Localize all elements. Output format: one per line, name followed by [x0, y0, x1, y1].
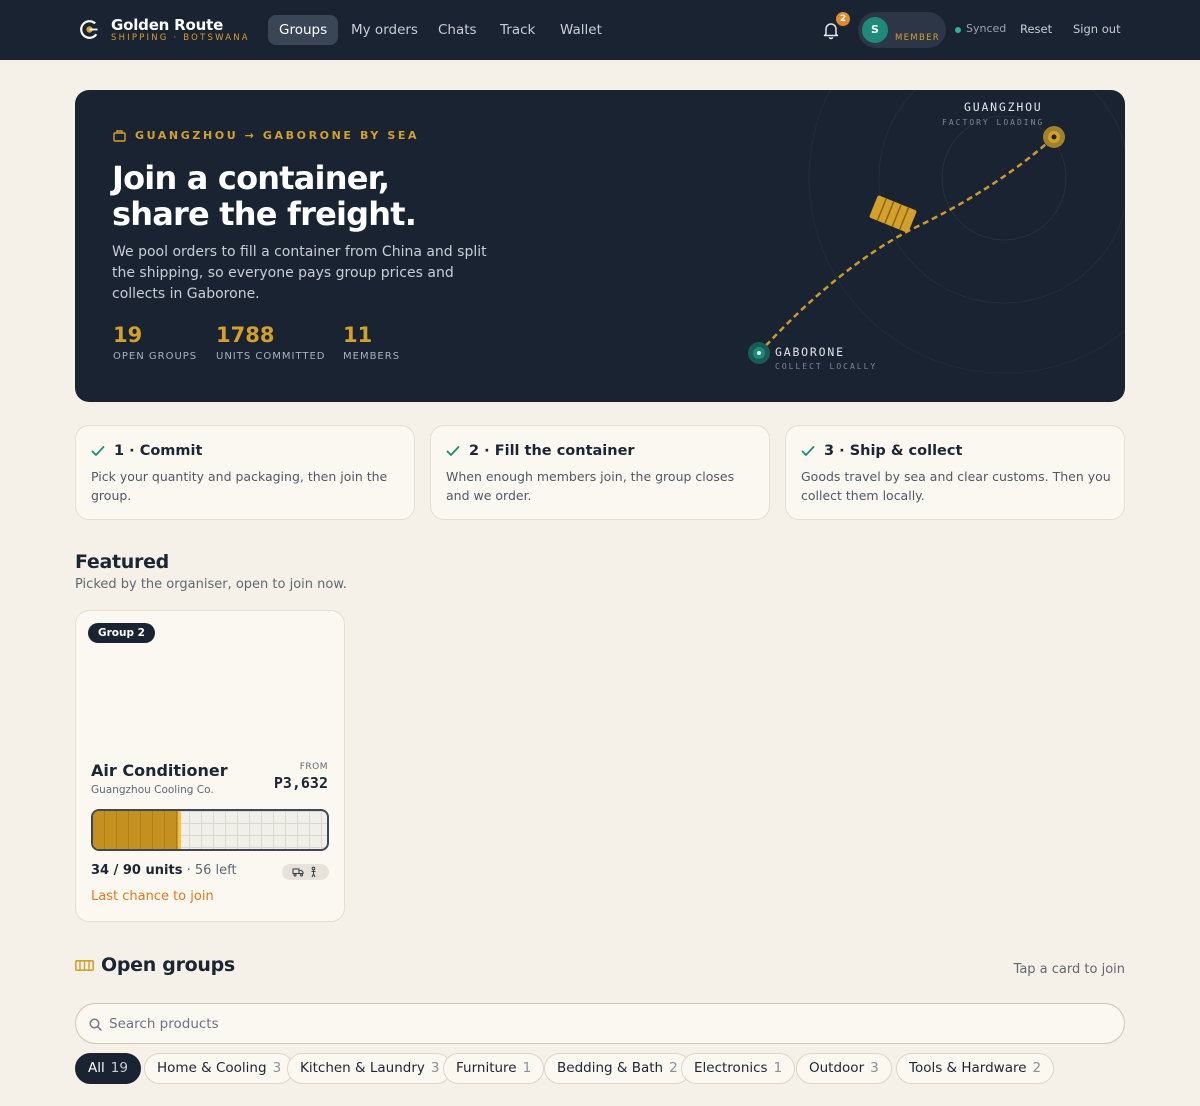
chip-count: 3: [272, 1060, 282, 1076]
filter-chip-furniture[interactable]: Furniture 1: [443, 1053, 545, 1084]
nav-chats[interactable]: Chats: [427, 15, 488, 45]
route-path: [758, 136, 1055, 354]
logo-icon[interactable]: [79, 19, 100, 40]
hero-title-line-2: share the freight.: [112, 195, 417, 233]
filter-chip-home-cooling[interactable]: Home & Cooling 3: [144, 1053, 295, 1084]
featured-heading: Featured: [75, 551, 169, 573]
stat-units-value: 1788: [216, 323, 275, 347]
chip-count: 2: [1032, 1060, 1042, 1076]
filter-chip-outdoor[interactable]: Outdoor 3: [796, 1053, 892, 1084]
avatar[interactable]: S: [862, 17, 888, 43]
step-card-ship: 3 · Ship & collect Goods travel by sea a…: [785, 425, 1125, 520]
route-kicker: GUANGZHOU → GABORONE BY SEA: [135, 129, 420, 142]
vendor-name: Guangzhou Cooling Co.: [91, 784, 214, 796]
urgency-status: Last chance to join: [91, 889, 214, 904]
chip-label: Tools & Hardware: [909, 1060, 1027, 1076]
stat-open-groups-label: OPEN GROUPS: [113, 351, 198, 362]
chip-count: 3: [430, 1060, 440, 1076]
destination-city: GABORONE: [775, 345, 845, 359]
nav-wallet[interactable]: Wallet: [549, 15, 613, 45]
origin-city-sub: FACTORY LOADING: [942, 118, 1045, 127]
top-navigation-bar: Golden Route SHIPPING · BOTSWANA Groups …: [0, 0, 1200, 60]
product-name: Air Conditioner: [91, 761, 228, 780]
price: P3,632: [273, 774, 328, 792]
chip-label: Outdoor: [809, 1060, 865, 1076]
nav-track[interactable]: Track: [489, 15, 546, 45]
stat-members-value: 11: [343, 323, 373, 347]
featured-group-card[interactable]: Group 2 Air Conditioner Guangzhou Coolin…: [75, 610, 345, 922]
stat-members-label: MEMBERS: [343, 351, 401, 362]
chip-count: 19: [110, 1060, 128, 1076]
chip-label: Furniture: [456, 1060, 517, 1076]
brand-tagline: SHIPPING · BOTSWANA: [111, 33, 250, 43]
container-ship-icon: [869, 195, 917, 233]
step-card-commit: 1 · Commit Pick your quantity and packag…: [75, 425, 415, 520]
chip-label: All: [88, 1060, 105, 1076]
hero-description: We pool orders to fill a container from …: [112, 244, 487, 302]
chip-count: 3: [870, 1060, 879, 1076]
chip-label: Kitchen & Laundry: [300, 1060, 425, 1076]
group-tag: Group 2: [88, 623, 155, 643]
sync-status-text: Synced: [966, 22, 1007, 35]
stat-units-label: UNITS COMMITTED: [216, 351, 326, 362]
chip-label: Home & Cooling: [157, 1060, 267, 1076]
origin-city: GUANGZHOU: [964, 100, 1043, 114]
container-fill-level: [93, 811, 182, 849]
destination-city-sub: COLLECT LOCALLY: [775, 362, 878, 371]
nav-my-orders[interactable]: My orders: [340, 15, 429, 45]
step-card-fill: 2 · Fill the container When enough membe…: [430, 425, 770, 520]
chip-count: 1: [522, 1060, 532, 1076]
filter-chip-bedding-bath[interactable]: Bedding & Bath 2: [544, 1053, 691, 1084]
container-fill-progress: [91, 809, 329, 851]
chip-count: 1: [773, 1060, 783, 1076]
search-input[interactable]: [109, 1004, 1109, 1043]
sign-out-button[interactable]: Sign out: [1073, 22, 1121, 36]
brand-name: Golden Route: [111, 16, 224, 34]
container-icon: [113, 130, 126, 142]
units-committed: 34 / 90 units: [91, 863, 183, 878]
check-icon: [446, 446, 460, 456]
hero-banner: GUANGZHOU → GABORONE BY SEA Join a conta…: [75, 90, 1125, 402]
search-bar[interactable]: [75, 1003, 1125, 1044]
notification-badge: 2: [836, 12, 850, 26]
nav-groups[interactable]: Groups: [268, 15, 339, 45]
price-from-label: FROM: [299, 762, 328, 772]
hero-title-line-1: Join a container,: [112, 159, 390, 197]
stat-open-groups-value: 19: [113, 323, 143, 347]
reset-button[interactable]: Reset: [1020, 22, 1052, 36]
units-summary: 34 / 90 units · 56 left: [91, 863, 237, 878]
chip-label: Bedding & Bath: [557, 1060, 664, 1076]
member-role-label: MEMBER: [895, 33, 940, 43]
chip-label: Electronics: [694, 1060, 768, 1076]
step-description: When enough members join, the group clos…: [446, 469, 735, 503]
step-description: Goods travel by sea and clear customs. T…: [801, 469, 1111, 503]
delivery-mode-badge: [282, 864, 329, 880]
filter-chip-kitchen-laundry[interactable]: Kitchen & Laundry 3: [287, 1053, 453, 1084]
container-icon: [75, 960, 94, 971]
step-title: 2 · Fill the container: [469, 443, 635, 459]
sync-status-dot: [955, 27, 961, 33]
step-description: Pick your quantity and packaging, then j…: [91, 469, 388, 503]
hero-title: Join a container, share the freight.: [112, 160, 532, 232]
filter-chip-tools-hardware[interactable]: Tools & Hardware 2: [896, 1053, 1055, 1084]
tap-hint: Tap a card to join: [1013, 962, 1125, 977]
chip-count: 2: [669, 1060, 678, 1076]
search-icon: [89, 1018, 102, 1031]
filter-chip-all[interactable]: All 19: [75, 1053, 141, 1084]
featured-subtitle: Picked by the organiser, open to join no…: [75, 577, 347, 592]
units-left: 56 left: [194, 863, 237, 878]
step-title: 1 · Commit: [114, 443, 203, 459]
open-groups-heading: Open groups: [101, 954, 235, 976]
filter-chip-electronics[interactable]: Electronics 1: [681, 1053, 796, 1084]
check-icon: [91, 446, 105, 456]
step-title: 3 · Ship & collect: [824, 443, 963, 459]
check-icon: [801, 446, 815, 456]
